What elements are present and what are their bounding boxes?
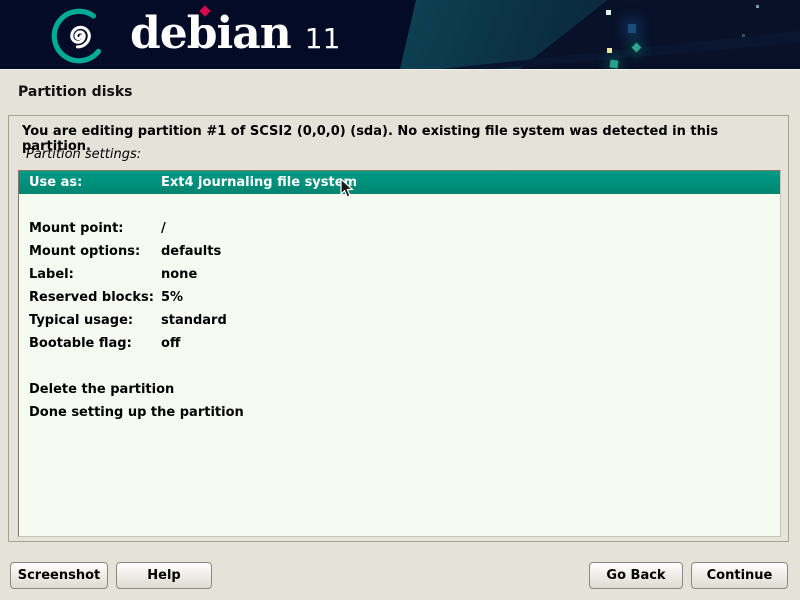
- banner-decoration: [606, 10, 611, 15]
- banner-decoration: [0, 0, 800, 69]
- settings-row-spacer: [19, 194, 780, 217]
- settings-row[interactable]: Delete the partition: [19, 378, 780, 401]
- settings-row-value: off: [161, 336, 180, 351]
- settings-row[interactable]: Reserved blocks:5%: [19, 286, 780, 309]
- settings-row-label: Delete the partition: [29, 378, 174, 401]
- brand-name: debian: [130, 6, 291, 62]
- go-back-button[interactable]: Go Back: [589, 562, 683, 589]
- partition-settings-list[interactable]: Use as:Ext4 journaling file system Mount …: [18, 170, 781, 537]
- banner-decoration: [628, 24, 636, 33]
- banner-decoration: [742, 34, 745, 37]
- banner-decoration: [607, 48, 612, 53]
- page-title: Partition disks: [18, 84, 132, 100]
- settings-row-value: none: [161, 267, 197, 282]
- settings-row-value: standard: [161, 313, 227, 328]
- settings-row[interactable]: Mount point:/: [19, 217, 780, 240]
- debian-logo-icon: [46, 2, 112, 68]
- partition-settings-label: Partition settings:: [26, 147, 141, 162]
- settings-row[interactable]: Done setting up the partition: [19, 401, 780, 424]
- help-button[interactable]: Help: [116, 562, 212, 589]
- settings-row-value: 5%: [161, 290, 183, 305]
- content-frame: You are editing partition #1 of SCSI2 (0…: [8, 115, 789, 542]
- brand-version: 11: [305, 22, 341, 55]
- settings-row-label: Done setting up the partition: [29, 401, 244, 424]
- settings-row-value: defaults: [161, 244, 221, 259]
- banner-decoration: [609, 59, 618, 68]
- screenshot-button[interactable]: Screenshot: [10, 562, 108, 589]
- settings-row-label: Mount options:: [29, 240, 161, 263]
- brand: debian 11: [130, 6, 340, 66]
- banner-decoration: [756, 5, 759, 8]
- settings-row-label: Bootable flag:: [29, 332, 161, 355]
- settings-row[interactable]: Use as:Ext4 journaling file system: [19, 171, 780, 194]
- settings-row-label: Mount point:: [29, 217, 161, 240]
- settings-row-label: Label:: [29, 263, 161, 286]
- settings-row-value: /: [161, 221, 166, 236]
- settings-row-label: Typical usage:: [29, 309, 161, 332]
- settings-row-spacer: [19, 355, 780, 378]
- continue-button[interactable]: Continue: [691, 562, 788, 589]
- settings-row-label: Use as:: [29, 171, 161, 194]
- settings-row[interactable]: Typical usage:standard: [19, 309, 780, 332]
- settings-row-value: Ext4 journaling file system: [161, 175, 357, 190]
- settings-row-label: Reserved blocks:: [29, 286, 161, 309]
- mouse-cursor: [340, 178, 354, 199]
- settings-row[interactable]: Bootable flag:off: [19, 332, 780, 355]
- banner: debian 11: [0, 0, 800, 70]
- settings-row[interactable]: Label:none: [19, 263, 780, 286]
- settings-row[interactable]: Mount options:defaults: [19, 240, 780, 263]
